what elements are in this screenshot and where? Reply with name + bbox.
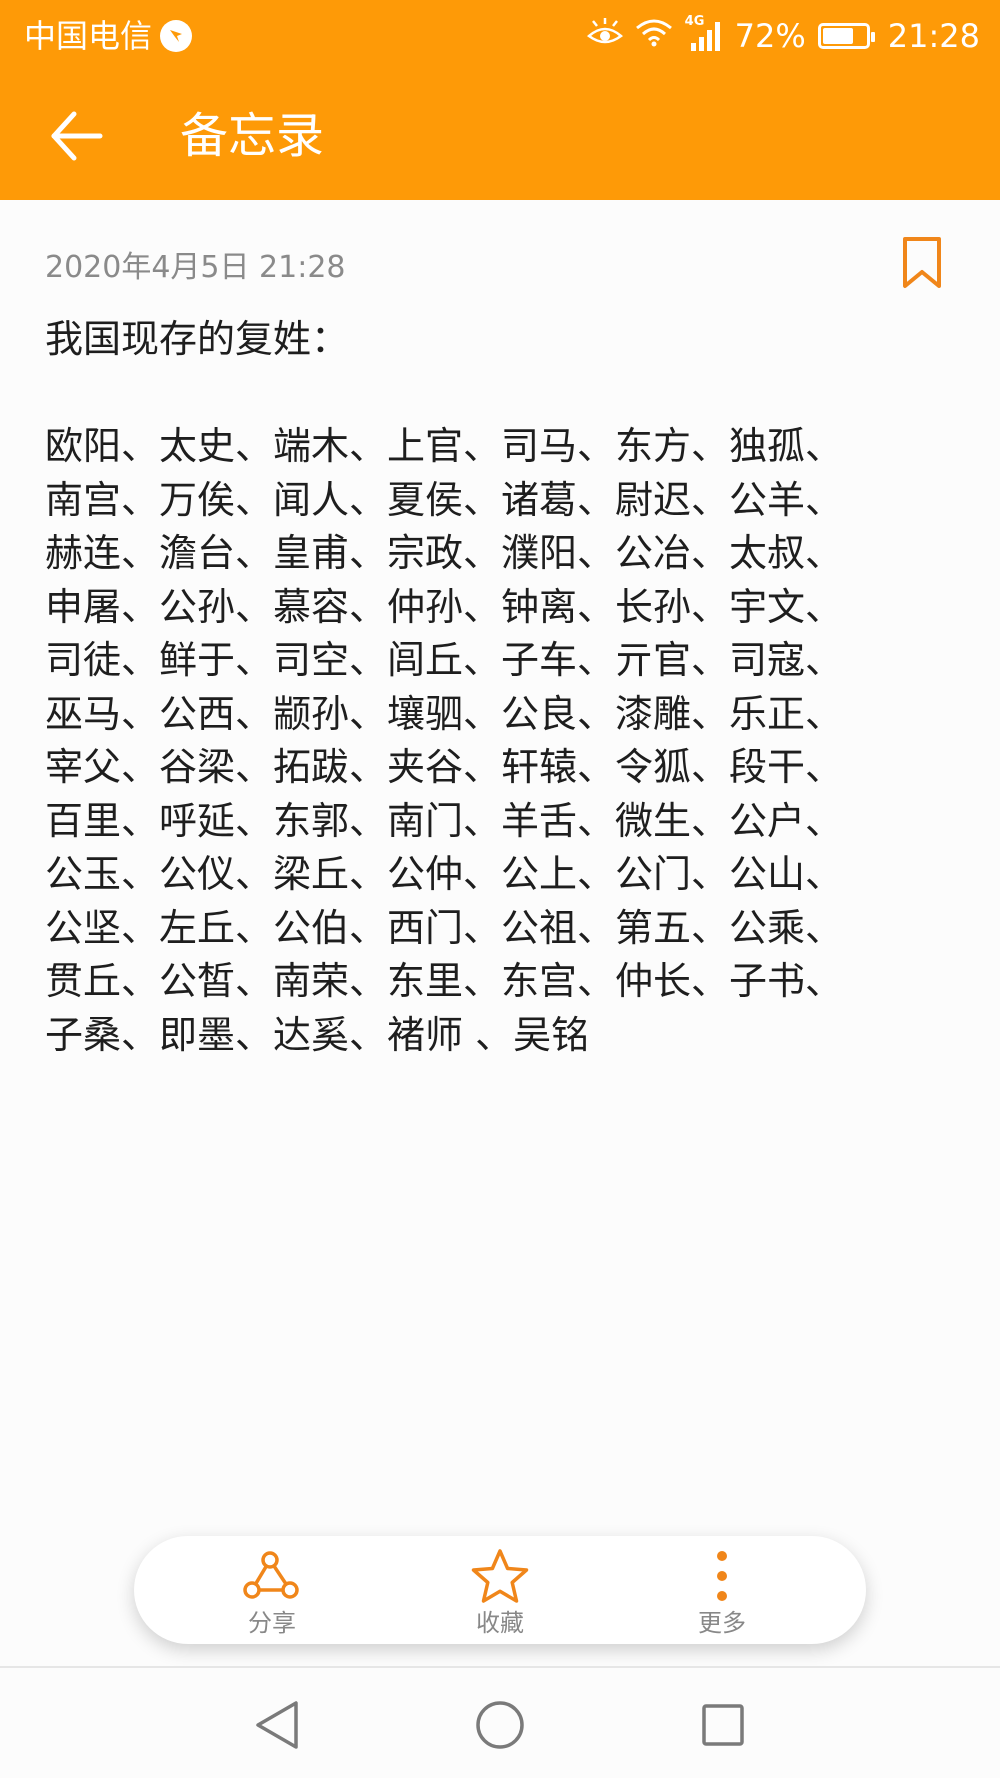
nav-home-button[interactable] <box>465 1690 535 1760</box>
note-line: 欧阳、太史、端木、上官、司马、东方、独孤、 <box>45 424 844 468</box>
status-time: 21:28 <box>887 17 980 55</box>
star-icon <box>471 1549 529 1603</box>
nav-back-button[interactable] <box>242 1690 312 1760</box>
note-line: 子桑、即墨、达奚、褚师 、吴铭 <box>45 1012 590 1057</box>
eye-comfort-icon <box>586 17 623 55</box>
note-date: 2020年4月5日 21:28 <box>45 250 346 285</box>
navigation-bar <box>0 1668 1000 1778</box>
favorite-button[interactable]: 收藏 <box>420 1536 580 1644</box>
carrier-name: 中国电信 <box>24 17 153 55</box>
action-bar: 分享 收藏 更多 <box>134 1536 866 1644</box>
favorite-label: 收藏 <box>476 1609 524 1637</box>
signal-icon: 4G <box>685 15 723 53</box>
status-icons: 4G 72% 21:28 <box>586 12 980 60</box>
bookmark-icon <box>903 237 941 288</box>
carrier-badge-icon <box>160 20 193 52</box>
note-line: 公玉、公仪、梁丘、公仲、公上、公门、公山、 <box>45 852 844 896</box>
status-bar: 中国电信 4G 72% 21:28 <box>0 0 1000 72</box>
triangle-back-icon <box>256 1701 298 1749</box>
note-body[interactable]: 欧阳、太史、端木、上官、司马、东方、独孤、 南宫、万俟、闻人、夏侯、诸葛、尉迟、公… <box>45 420 925 1062</box>
carrier-label: 中国电信 <box>24 14 193 58</box>
note-line: 赫连、澹台、皇甫、宗政、濮阳、公冶、太叔、 <box>45 531 844 575</box>
page-title: 备忘录 <box>180 108 325 164</box>
more-button[interactable]: 更多 <box>642 1536 802 1644</box>
share-button[interactable]: 分享 <box>192 1536 352 1644</box>
battery-icon <box>817 23 875 49</box>
note-line: 宰父、谷梁、拓跋、夹谷、轩辕、令狐、段干、 <box>45 745 844 789</box>
back-button[interactable] <box>40 100 112 172</box>
note-line: 公坚、左丘、公伯、西门、公祖、第五、公乘、 <box>45 905 844 950</box>
share-icon <box>243 1551 299 1599</box>
top-bar: 中国电信 4G 72% 21:28 备忘录 <box>0 0 1000 200</box>
note-line: 贯丘、公皙、南荣、东里、东宫、仲长、子书、 <box>45 959 844 1003</box>
more-vertical-icon <box>717 1551 727 1601</box>
nav-recents-button[interactable] <box>688 1690 758 1760</box>
battery-percent: 72% <box>734 17 806 55</box>
battery-level <box>822 28 854 44</box>
note-line: 南宫、万俟、闻人、夏侯、诸葛、尉迟、公羊、 <box>45 477 844 522</box>
more-label: 更多 <box>698 1609 746 1637</box>
app-bar: 备忘录 <box>0 72 1000 200</box>
note-line: 申屠、公孙、慕容、仲孙、钟离、长孙、宇文、 <box>45 584 844 629</box>
note-line: 司徒、鲜于、司空、闾丘、子车、亓官、司寇、 <box>45 638 844 682</box>
note-line: 巫马、公西、颛孙、壤驷、公良、漆雕、乐正、 <box>45 691 844 736</box>
wifi-icon <box>635 17 673 55</box>
circle-home-icon <box>476 1701 524 1749</box>
note-title: 我国现存的复姓： <box>45 317 350 361</box>
note-line: 百里、呼延、东郭、南门、羊舌、微生、公户、 <box>45 798 844 843</box>
share-label: 分享 <box>248 1609 296 1637</box>
arrow-left-icon <box>51 111 103 161</box>
square-recents-icon <box>702 1704 744 1746</box>
bookmark-button[interactable] <box>896 232 948 294</box>
